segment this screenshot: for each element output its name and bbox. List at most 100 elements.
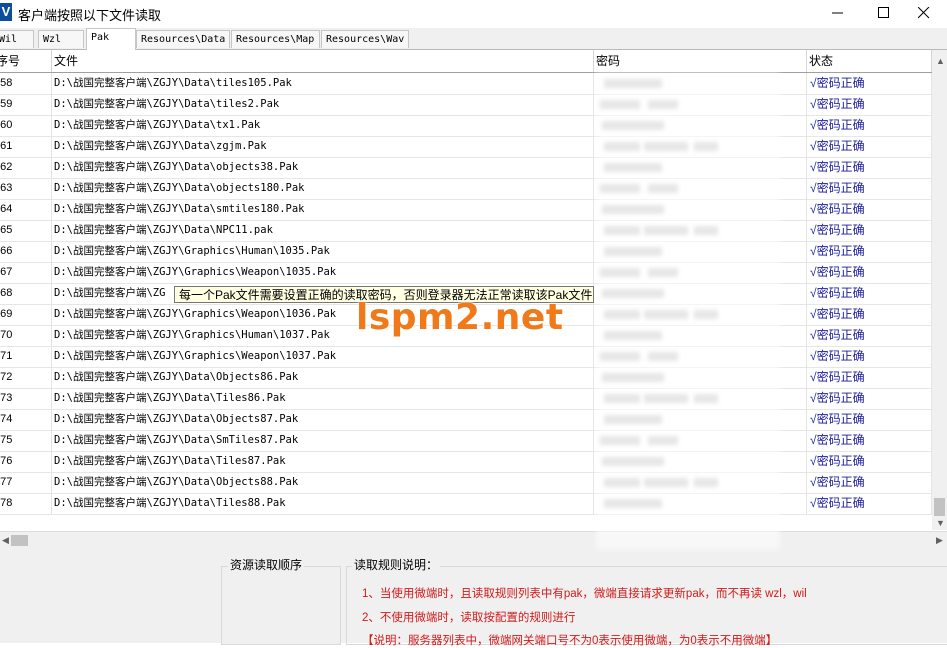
row-number: 267 xyxy=(0,262,52,283)
close-button[interactable] xyxy=(901,0,947,26)
row-status: √密码正确 xyxy=(807,199,932,220)
resource-order-title: 资源读取顺序 xyxy=(228,556,305,573)
rule-text-3: 【说明：服务器列表中，微端网关端口号不为0表示使用微端，为0表示不用微端】 xyxy=(362,635,778,647)
horizontal-scrollbar[interactable]: ◀ ▶ xyxy=(0,531,947,549)
row-number: 269 xyxy=(0,304,52,325)
row-status: √密码正确 xyxy=(807,472,932,493)
row-number: 277 xyxy=(0,472,52,493)
table-row[interactable]: 276D:\战国完整客户端\ZGJY\Data\Tiles87.Pak √密码正确 xyxy=(0,451,932,473)
row-number: 276 xyxy=(0,451,52,472)
column-header-password[interactable]: 密码 xyxy=(594,50,807,72)
row-status: √密码正确 xyxy=(807,115,932,136)
row-file-path[interactable]: D:\战国完整客户端\ZGJY\Data\Objects86.Pak xyxy=(52,367,594,388)
table-row[interactable]: 258D:\战国完整客户端\ZGJY\Data\tiles105.Pak √密码正… xyxy=(0,73,932,95)
scroll-up-icon[interactable]: ▲ xyxy=(936,56,945,66)
column-header-status[interactable]: 状态 xyxy=(807,50,932,72)
table-row[interactable]: 275D:\战国完整客户端\ZGJY\Data\SmTiles87.Pak √密码… xyxy=(0,430,932,452)
rule-text-1: 1、当使用微端时，且读取规则列表中有pak，微端直接请求更新pak，而不再读 w… xyxy=(362,588,807,600)
row-number: 270 xyxy=(0,325,52,346)
row-file-path[interactable]: D:\战国完整客户端\ZGJY\Data\objects38.Pak xyxy=(52,157,594,178)
table-row[interactable]: 273D:\战国完整客户端\ZGJY\Data\Tiles86.Pak √密码正确 xyxy=(0,388,932,410)
tab-pak[interactable]: Pak xyxy=(86,28,136,50)
tab-resources-data[interactable]: Resources\Data xyxy=(136,30,230,48)
table-row[interactable]: 259D:\战国完整客户端\ZGJY\Data\tiles2.Pak √密码正确 xyxy=(0,94,932,116)
row-number: 273 xyxy=(0,388,52,409)
row-status: √密码正确 xyxy=(807,136,932,157)
table-row[interactable]: 265D:\战国完整客户端\ZGJY\Data\NPC11.pak √密码正确 xyxy=(0,220,932,242)
scroll-left-icon[interactable]: ◀ xyxy=(2,535,9,546)
table-header: 序号 文件 密码 状态 xyxy=(0,50,932,73)
row-file-path[interactable]: D:\战国完整客户端\ZGJY\Graphics\Human\1035.Pak xyxy=(52,241,594,262)
column-header-file[interactable]: 文件 xyxy=(52,50,594,72)
resource-order-list[interactable] xyxy=(221,566,341,645)
row-file-path[interactable]: D:\战国完整客户端\ZGJY\Data\NPC11.pak xyxy=(52,220,594,241)
tab-resources-wav[interactable]: Resources\Wav xyxy=(321,30,409,48)
tab-wzl[interactable]: Wzl xyxy=(38,30,84,48)
row-status: √密码正确 xyxy=(807,262,932,283)
row-file-path[interactable]: D:\战国完整客户端\ZGJY\Data\tiles105.Pak xyxy=(52,73,594,94)
row-file-path[interactable]: D:\战国完整客户端\ZGJY\Data\Tiles86.Pak xyxy=(52,388,594,409)
row-number: 271 xyxy=(0,346,52,367)
row-file-path[interactable]: D:\战国完整客户端\ZGJY\Graphics\Weapon\1035.Pak xyxy=(52,262,594,283)
vertical-scrollbar[interactable]: ▲ ▼ xyxy=(932,50,947,530)
close-icon xyxy=(918,7,930,19)
row-number: 264 xyxy=(0,199,52,220)
window-title: 客户端按照以下文件读取 xyxy=(18,8,162,23)
minimize-icon xyxy=(832,12,843,14)
tab-strip: Wil Wzl Pak Resources\Data Resources\Map… xyxy=(0,28,947,50)
row-file-path[interactable]: D:\战国完整客户端\ZGJY\Data\smtiles180.Pak xyxy=(52,199,594,220)
row-status: √密码正确 xyxy=(807,178,932,199)
table-row[interactable]: 261D:\战国完整客户端\ZGJY\Data\zgjm.Pak √密码正确 xyxy=(0,136,932,158)
horizontal-scroll-thumb[interactable] xyxy=(11,535,28,546)
column-header-no[interactable]: 序号 xyxy=(0,50,52,72)
table-row[interactable]: 263D:\战国完整客户端\ZGJY\Data\objects180.Pak √密… xyxy=(0,178,932,200)
row-file-path[interactable]: D:\战国完整客户端\ZGJY\Data\Tiles88.Pak xyxy=(52,493,594,514)
row-status: √密码正确 xyxy=(807,451,932,472)
row-number: 265 xyxy=(0,220,52,241)
row-status: √密码正确 xyxy=(807,283,932,304)
row-file-path[interactable]: D:\战国完整客户端\ZGJY\Data\objects180.Pak xyxy=(52,178,594,199)
row-number: 278 xyxy=(0,493,52,514)
row-file-path[interactable]: D:\战国完整客户端\ZGJY\Data\Tiles87.Pak xyxy=(52,451,594,472)
table-row[interactable]: 277D:\战国完整客户端\ZGJY\Data\Objects88.Pak √密码… xyxy=(0,472,932,494)
row-file-path[interactable]: D:\战国完整客户端\ZGJY\Graphics\Weapon\1037.Pak xyxy=(52,346,594,367)
scroll-right-icon[interactable]: ▶ xyxy=(936,535,943,546)
row-status: √密码正确 xyxy=(807,73,932,94)
table-row[interactable]: 267D:\战国完整客户端\ZGJY\Graphics\Weapon\1035.… xyxy=(0,262,932,284)
table-row[interactable]: 271D:\战国完整客户端\ZGJY\Graphics\Weapon\1037.… xyxy=(0,346,932,368)
row-status: √密码正确 xyxy=(807,220,932,241)
row-status: √密码正确 xyxy=(807,493,932,514)
app-icon: V xyxy=(0,3,12,21)
tab-resources-map[interactable]: Resources\Map xyxy=(231,30,320,48)
tab-wil[interactable]: Wil xyxy=(0,30,34,48)
row-status: √密码正确 xyxy=(807,157,932,178)
row-file-path[interactable]: D:\战国完整客户端\ZGJY\Data\zgjm.Pak xyxy=(52,136,594,157)
row-file-path[interactable]: D:\战国完整客户端\ZGJY\Data\Objects87.Pak xyxy=(52,409,594,430)
table-row[interactable]: 272D:\战国完整客户端\ZGJY\Data\Objects86.Pak √密码… xyxy=(0,367,932,389)
row-number: 260 xyxy=(0,115,52,136)
vertical-scroll-thumb[interactable] xyxy=(934,498,945,516)
row-file-path[interactable]: D:\战国完整客户端\ZGJY\Data\tx1.Pak xyxy=(52,115,594,136)
row-number: 259 xyxy=(0,94,52,115)
row-file-path[interactable]: D:\战国完整客户端\ZGJY\Data\Objects88.Pak xyxy=(52,472,594,493)
row-status: √密码正确 xyxy=(807,241,932,262)
row-number: 275 xyxy=(0,430,52,451)
minimize-button[interactable] xyxy=(815,0,861,26)
row-number: 268 xyxy=(0,283,52,304)
row-status: √密码正确 xyxy=(807,325,932,346)
scroll-down-icon[interactable]: ▼ xyxy=(936,518,945,528)
table-row[interactable]: 274D:\战国完整客户端\ZGJY\Data\Objects87.Pak √密码… xyxy=(0,409,932,431)
row-file-path[interactable]: D:\战国完整客户端\ZGJY\Data\tiles2.Pak xyxy=(52,94,594,115)
table-row[interactable]: 264D:\战国完整客户端\ZGJY\Data\smtiles180.Pak √密… xyxy=(0,199,932,221)
row-status: √密码正确 xyxy=(807,94,932,115)
table-row[interactable]: 260D:\战国完整客户端\ZGJY\Data\tx1.Pak √密码正确 xyxy=(0,115,932,137)
row-status: √密码正确 xyxy=(807,304,932,325)
row-file-path[interactable]: D:\战国完整客户端\ZGJY\Data\SmTiles87.Pak xyxy=(52,430,594,451)
watermark: lspm2.net xyxy=(356,297,564,338)
row-status: √密码正确 xyxy=(807,409,932,430)
row-status: √密码正确 xyxy=(807,430,932,451)
table-row[interactable]: 262D:\战国完整客户端\ZGJY\Data\objects38.Pak √密码… xyxy=(0,157,932,179)
table-row[interactable]: 266D:\战国完整客户端\ZGJY\Graphics\Human\1035.P… xyxy=(0,241,932,263)
table-row[interactable]: 278D:\战国完整客户端\ZGJY\Data\Tiles88.Pak √密码正确 xyxy=(0,493,932,515)
rules-title: 读取规则说明： xyxy=(352,556,441,573)
